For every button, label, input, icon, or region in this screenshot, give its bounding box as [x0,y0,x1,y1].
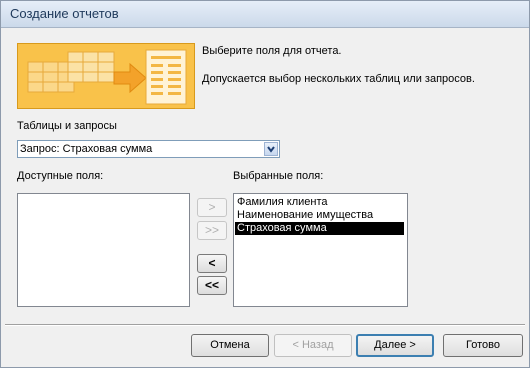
add-all-fields-button[interactable]: >> [197,221,227,240]
wizard-content: Выберите поля для отчета. Допускается вы… [5,33,525,321]
back-button[interactable]: < Назад [274,334,352,357]
tables-label: Таблицы и запросы [17,120,117,132]
selected-fields-list[interactable]: Фамилия клиента Наименование имущества С… [233,193,408,307]
list-item[interactable]: Наименование имущества [235,209,373,222]
finish-button[interactable]: Готово [443,334,523,357]
available-fields-list[interactable] [17,193,190,307]
list-item-selected[interactable]: Страховая сумма [235,222,404,235]
header-line-2: Допускается выбор нескольких таблиц или … [202,73,475,85]
next-button[interactable]: Далее > [356,334,434,357]
chevron-down-icon[interactable] [264,142,278,156]
cancel-button[interactable]: Отмена [191,334,269,357]
tables-select[interactable]: Запрос: Страховая сумма [17,140,280,158]
list-item[interactable]: Фамилия клиента [235,196,328,209]
available-fields-label: Доступные поля: [17,170,104,182]
title-bar: Создание отчетов [1,1,529,28]
window-title: Создание отчетов [10,6,119,21]
footer-separator [5,324,525,326]
header-line-1: Выберите поля для отчета. [202,45,342,57]
add-field-button[interactable]: > [197,198,227,217]
remove-all-fields-button[interactable]: << [197,276,227,295]
report-wizard-graphic [17,43,195,109]
report-wizard-window: Создание отчетов Выберите поля для отчет… [0,0,530,368]
report-wizard-icon [27,49,187,105]
remove-field-button[interactable]: < [197,254,227,273]
tables-select-value: Запрос: Страховая сумма [20,143,153,155]
selected-fields-label: Выбранные поля: [233,170,324,182]
